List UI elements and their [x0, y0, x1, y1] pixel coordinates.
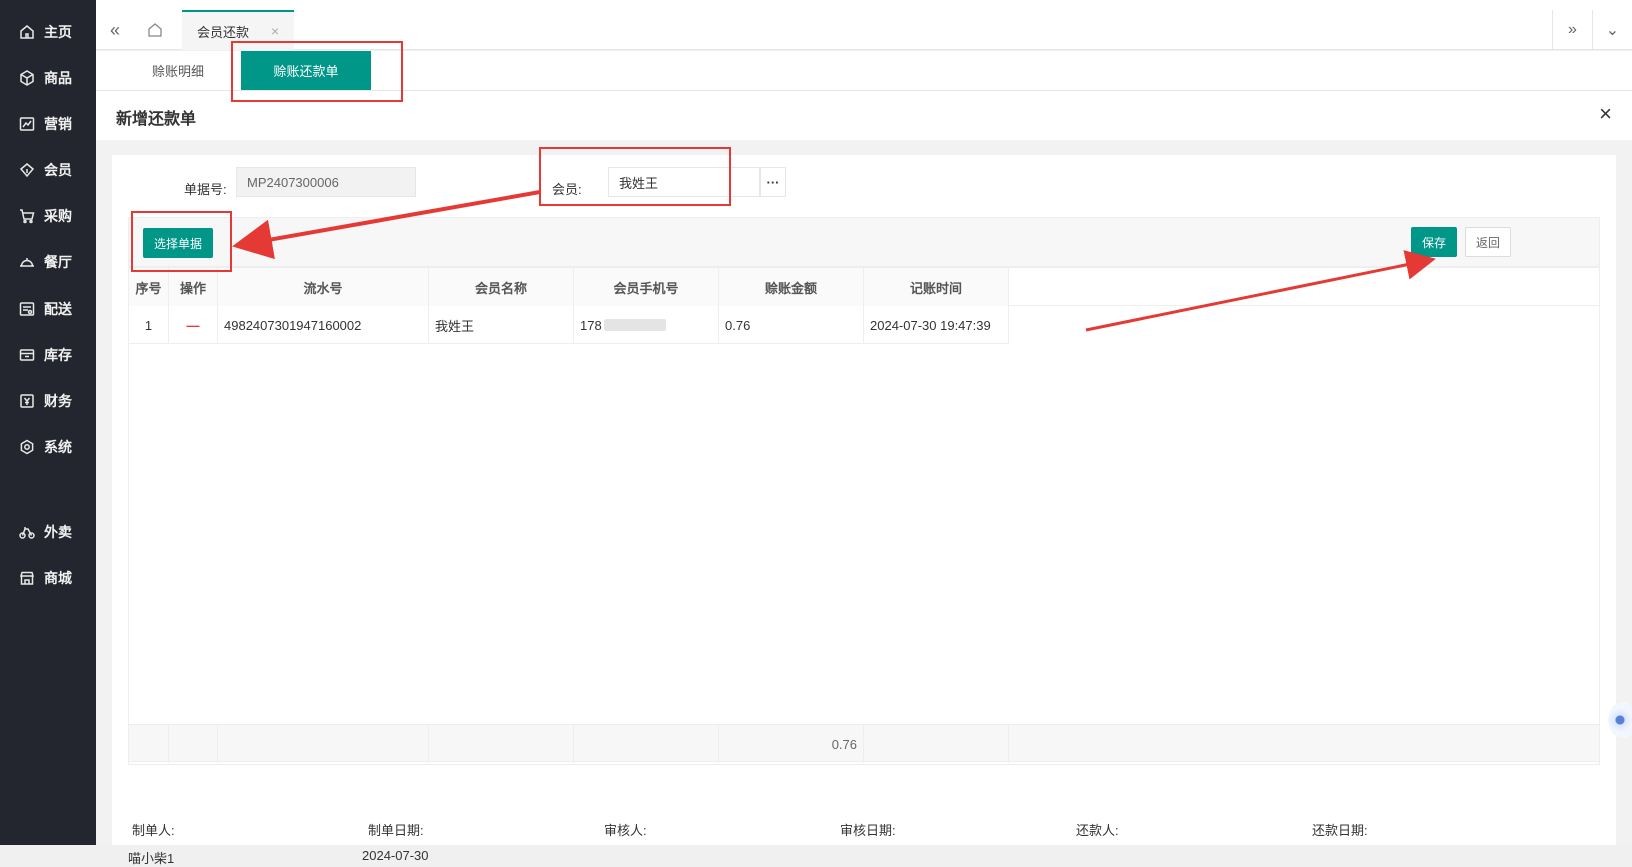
tab-bar-right-controls: » ⌄ — [1552, 10, 1632, 50]
sidebar-item-label: 商城 — [44, 570, 72, 586]
sidebar-item-restaurant[interactable]: 餐厅 — [0, 242, 96, 282]
column-header: 记账时间 — [864, 268, 1009, 306]
sub-tabs: 赊账明细 赊账还款单 — [96, 51, 1632, 91]
footer-cell — [429, 725, 574, 763]
sidebar-item-finance[interactable]: 财务 — [0, 381, 96, 421]
sidebar-item-label: 采购 — [44, 208, 72, 224]
remove-row-icon[interactable]: — — [169, 306, 218, 344]
cart-icon — [18, 207, 36, 225]
sidebar-item-member[interactable]: 会员 — [0, 150, 96, 190]
sidebar-item-inventory[interactable]: 库存 — [0, 335, 96, 375]
tab-credit-detail[interactable]: 赊账明细 — [152, 61, 204, 80]
assistant-float-icon[interactable] — [1608, 702, 1632, 738]
tab-credit-repayment-order[interactable]: 赊账还款单 — [241, 51, 371, 90]
auditor-label: 审核人: — [604, 823, 647, 838]
dish-icon — [18, 253, 36, 271]
home-icon — [18, 23, 36, 41]
cell-amount: 0.76 — [719, 306, 864, 344]
table-row[interactable]: 1 — 4982407301947160002 我姓王 178 0.76 202… — [129, 306, 1009, 344]
sidebar-item-delivery[interactable]: 配送 — [0, 289, 96, 329]
member-field[interactable]: 我姓王 — [608, 167, 760, 197]
footer-cell — [169, 725, 218, 763]
scroll-left-icon[interactable]: « — [96, 10, 134, 50]
finance-icon — [18, 392, 36, 410]
repayment-table: 序号 操作 流水号 会员名称 会员手机号 赊账金额 记账时间 1 — 49824… — [128, 267, 1600, 765]
column-header: 流水号 — [218, 268, 429, 306]
grid-toolbar: 选择单据 保存 返回 — [128, 217, 1600, 267]
sidebar-item-label: 配送 — [44, 301, 72, 317]
sidebar-item-label: 库存 — [44, 347, 72, 363]
delivery-icon — [18, 300, 36, 318]
sidebar-item-label: 会员 — [44, 162, 72, 178]
column-header: 会员手机号 — [574, 268, 719, 306]
cell-index: 1 — [129, 306, 169, 344]
creator-label: 制单人: — [132, 823, 175, 838]
sidebar-item-marketing[interactable]: 营销 — [0, 104, 96, 144]
cell-time: 2024-07-30 19:47:39 — [864, 306, 1009, 344]
inventory-icon — [18, 346, 36, 364]
sidebar-item-home[interactable]: 主页 — [0, 12, 96, 52]
tab-bar: « 会员还款 × » ⌄ — [96, 0, 1632, 50]
back-button[interactable]: 返回 — [1465, 227, 1511, 257]
chart-icon — [18, 115, 36, 133]
doc-no-label: 单据号: — [184, 182, 227, 197]
diamond-icon — [18, 161, 36, 179]
member-picker-button[interactable]: ··· — [760, 167, 786, 197]
modal-body: 单据号: MP2407300006 会员: 我姓王 ··· 选择单据 保存 返回… — [96, 140, 1632, 866]
column-header: 赊账金额 — [719, 268, 864, 306]
home-tab-icon[interactable] — [136, 10, 174, 50]
sidebar-item-label: 营销 — [44, 116, 72, 132]
sidebar-item-label: 主页 — [44, 24, 72, 40]
sidebar-item-label: 餐厅 — [44, 254, 72, 270]
footer-cell — [574, 725, 719, 763]
column-header: 序号 — [129, 268, 169, 306]
create-date-value: 2024-07-30 — [362, 848, 429, 863]
creator-value: 喵小柴1 — [128, 851, 175, 866]
store-icon — [18, 569, 36, 587]
sidebar-item-label: 外卖 — [44, 524, 72, 540]
sidebar-item-system[interactable]: 系统 — [0, 427, 96, 467]
sidebar-item-label: 财务 — [44, 393, 72, 409]
column-header: 操作 — [169, 268, 218, 306]
redacted-phone — [603, 319, 666, 331]
sidebar-item-label: 系统 — [44, 439, 72, 455]
cell-member: 我姓王 — [429, 306, 574, 344]
table-header: 序号 操作 流水号 会员名称 会员手机号 赊账金额 记账时间 — [129, 268, 1599, 306]
create-date-label: 制单日期: — [368, 823, 424, 838]
close-icon[interactable]: × — [271, 23, 279, 39]
modal-title: 新增还款单 — [116, 111, 197, 128]
sidebar-item-purchase[interactable]: 采购 — [0, 196, 96, 236]
sidebar-item-goods[interactable]: 商品 — [0, 58, 96, 98]
bike-icon — [18, 523, 36, 541]
box-icon — [18, 69, 36, 87]
phone-prefix: 178 — [580, 317, 602, 333]
footer-cell — [129, 725, 169, 763]
footer-cell — [864, 725, 1009, 763]
new-repayment-modal: 新增还款单 × 单据号: MP2407300006 会员: 我姓王 ··· 选择… — [96, 91, 1632, 866]
member-label: 会员: — [552, 182, 582, 197]
repayer-label: 还款人: — [1076, 823, 1119, 838]
scroll-right-icon[interactable]: » — [1552, 10, 1592, 50]
doc-no-field: MP2407300006 — [236, 167, 416, 197]
tab-member-repayment[interactable]: 会员还款 × — [182, 10, 294, 50]
select-document-button[interactable]: 选择单据 — [143, 228, 213, 258]
chevron-down-icon[interactable]: ⌄ — [1592, 10, 1632, 50]
sidebar-item-takeout[interactable]: 外卖 — [0, 512, 96, 552]
cell-phone: 178 — [574, 306, 719, 344]
sidebar: 主页 商品 营销 会员 采购 餐厅 配送 库存 财务 系统 外卖 商城 — [0, 0, 96, 845]
form-card: 单据号: MP2407300006 会员: 我姓王 ··· 选择单据 保存 返回… — [112, 155, 1616, 866]
save-button[interactable]: 保存 — [1411, 227, 1457, 257]
settings-icon — [18, 438, 36, 456]
sidebar-item-mall[interactable]: 商城 — [0, 558, 96, 598]
audit-date-label: 审核日期: — [840, 823, 896, 838]
footer-total-amount: 0.76 — [719, 725, 864, 763]
tab-label: 会员还款 — [197, 24, 250, 40]
cell-serial: 4982407301947160002 — [218, 306, 429, 344]
close-icon[interactable]: × — [1599, 101, 1612, 127]
table-footer: 0.76 — [129, 724, 1599, 763]
repay-date-label: 还款日期: — [1312, 823, 1368, 838]
column-header: 会员名称 — [429, 268, 574, 306]
footer-cell — [218, 725, 429, 763]
sidebar-item-label: 商品 — [44, 70, 72, 86]
